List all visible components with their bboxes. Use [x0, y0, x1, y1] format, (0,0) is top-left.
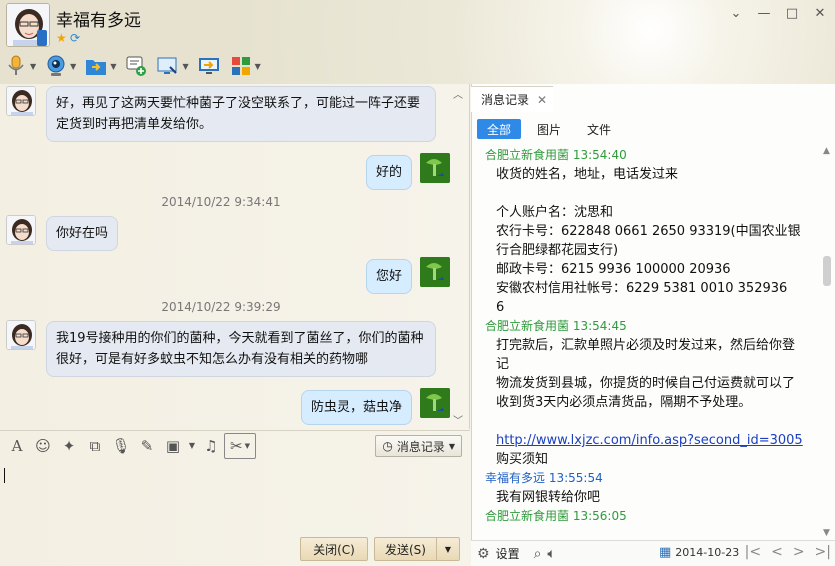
microphone-icon	[4, 54, 28, 78]
folder-icon	[84, 54, 108, 78]
chevron-down-icon: ▼	[448, 441, 455, 451]
chevron-down-icon[interactable]: ▼	[70, 62, 76, 71]
history-footer: ⚙ 设置 ⌕ 🔈︎ ▦ 2014-10-23 |< < > >|	[471, 540, 835, 566]
settings-label[interactable]: 设置	[496, 545, 520, 562]
chevron-down-icon[interactable]: ▼	[30, 62, 36, 71]
avatar[interactable]	[6, 320, 36, 350]
history-pager: |< < > >|	[745, 544, 831, 560]
history-scrollbar-thumb[interactable]	[823, 256, 831, 286]
magic-wand-icon[interactable]: ✦	[56, 433, 82, 459]
calendar-icon: ▦	[659, 545, 672, 560]
history-filter-tabs: 全部 图片 文件	[477, 119, 621, 139]
music-icon[interactable]: ♫	[198, 433, 224, 459]
history-sender: 合肥立新食用菌 13:54:40	[485, 148, 627, 162]
star-icon[interactable]: ★	[56, 31, 67, 45]
date-picker[interactable]: ▦ 2014-10-23	[659, 545, 739, 560]
edit-icon[interactable]: ✎	[134, 433, 160, 459]
history-link[interactable]: http://www.lxjzc.com/info.asp?second_id=…	[496, 433, 803, 448]
minimize-icon[interactable]: —	[757, 6, 771, 21]
chat-bubble: 你好在吗	[46, 216, 119, 251]
chat-bubble: 防虫灵，菇虫净	[301, 390, 413, 425]
my-avatar[interactable]	[420, 153, 450, 183]
apps-grid-icon	[229, 54, 253, 78]
chat-bubble: 好的	[366, 155, 413, 190]
chat-bubble: 您好	[366, 259, 413, 294]
my-avatar[interactable]	[420, 257, 450, 287]
chevron-down-icon[interactable]: ▼	[186, 433, 198, 459]
text-caret	[4, 468, 5, 483]
filter-images[interactable]: 图片	[527, 119, 571, 139]
prev-page-icon[interactable]: <	[771, 544, 783, 560]
gear-icon[interactable]: ⚙	[477, 546, 490, 562]
message-list[interactable]: 好，再见了这两天要忙种菌子了没空联系了，可能过一阵子还要 定货到时再把清单发给你…	[0, 84, 470, 429]
last-page-icon[interactable]: >|	[815, 544, 831, 560]
scroll-up-icon[interactable]: ︿	[453, 86, 463, 101]
history-log[interactable]: 合肥立新食用菌 13:54:40 收货的姓名，地址，电话发过来 个人账户名：沈思…	[485, 146, 815, 538]
maximize-icon[interactable]: □	[785, 6, 799, 21]
close-button[interactable]: 关闭(C)	[300, 537, 368, 561]
voice-message-icon[interactable]: 🎙︎	[108, 433, 134, 459]
create-discussion-button[interactable]	[124, 54, 148, 78]
timestamp: 2014/10/22 9:34:41	[161, 195, 281, 209]
font-icon[interactable]: A	[4, 433, 30, 459]
chevron-down-icon[interactable]: ▼	[110, 62, 116, 71]
chat-bubble: 我19号接种用的你们的菌种，今天就看到了菌丝了，你们的菌种 很好，可是有好多蚊虫…	[46, 321, 436, 377]
message-input[interactable]	[0, 460, 470, 535]
contact-avatar[interactable]	[6, 3, 50, 47]
scroll-down-icon[interactable]: ﹀	[453, 412, 463, 427]
shake-window-icon[interactable]: ⧉	[82, 433, 108, 459]
image-icon[interactable]: ▣	[160, 433, 186, 459]
history-sender: 幸福有多远 13:55:54	[485, 471, 603, 485]
search-icon[interactable]: ⌕	[534, 546, 542, 562]
avatar[interactable]	[6, 215, 36, 245]
webcam-icon	[44, 54, 68, 78]
filter-all[interactable]: 全部	[477, 119, 522, 139]
voice-call-button[interactable]: ▼	[4, 54, 36, 78]
remote-assist-button[interactable]: ▼	[156, 54, 189, 78]
tab-message-history[interactable]: 消息记录 ✕	[471, 86, 553, 112]
chat-toolbar: ▼ ▼ ▼ ▼ ▼	[4, 52, 269, 80]
chevron-down-icon[interactable]: ▼	[255, 62, 261, 71]
avatar[interactable]	[6, 86, 36, 116]
close-icon[interactable]: ✕	[537, 93, 547, 107]
history-sender: 合肥立新食用菌 13:54:45	[485, 319, 627, 333]
chat-bubble: 好，再见了这两天要忙种菌子了没空联系了，可能过一阵子还要 定货到时再把清单发给你…	[46, 86, 436, 142]
apps-button[interactable]: ▼	[229, 54, 261, 78]
scroll-up-icon[interactable]: ▲	[823, 146, 830, 156]
message-history-button[interactable]: ◷ 消息记录 ▼	[375, 435, 462, 457]
window-controls: ⌄ — □ ✕	[729, 6, 827, 21]
history-message: 收货的姓名，地址，电话发过来 个人账户名：沈思和 农行卡号：622848 066…	[496, 167, 801, 315]
chevron-down-icon[interactable]: ▼	[182, 62, 188, 71]
emoji-icon[interactable]: ☺	[30, 433, 56, 459]
history-message: 打完款后，汇款单照片必须及时发过来，然后给你登 记 物流发货到县城，你提货的时候…	[496, 338, 803, 467]
send-options-chevron-icon[interactable]: ▼	[436, 537, 460, 561]
status-icon[interactable]: ⟳	[70, 31, 80, 45]
history-sender: 合肥立新食用菌 13:56:05	[485, 509, 627, 523]
send-button[interactable]: 发送(S)	[374, 537, 436, 561]
scroll-down-icon[interactable]: ▼	[823, 528, 830, 538]
video-call-button[interactable]: ▼	[44, 54, 76, 78]
screenshot-scissors-icon[interactable]: ✂ ▼	[224, 432, 256, 459]
history-message: 我有网银转给你吧	[496, 490, 601, 505]
add-chat-icon	[124, 54, 148, 78]
dropdown-icon[interactable]: ⌄	[729, 6, 743, 21]
first-page-icon[interactable]: |<	[745, 544, 761, 560]
remote-desktop-icon	[156, 54, 180, 78]
timestamp: 2014/10/22 9:39:29	[161, 300, 281, 314]
clock-icon: ◷	[382, 439, 393, 453]
filter-files[interactable]: 文件	[577, 119, 621, 139]
screen-share-icon	[197, 54, 221, 78]
close-icon[interactable]: ✕	[813, 6, 827, 21]
contact-name: 幸福有多远	[56, 11, 141, 31]
share-screen-button[interactable]	[197, 54, 221, 78]
input-toolbar: A ☺ ✦ ⧉ 🎙︎ ✎ ▣ ▼ ♫ ✂ ▼ ◷ 消息记录 ▼	[0, 430, 470, 460]
my-avatar[interactable]	[420, 388, 450, 418]
next-page-icon[interactable]: >	[793, 544, 805, 560]
speaker-icon[interactable]: 🔈︎	[547, 546, 555, 562]
send-file-button[interactable]: ▼	[84, 54, 116, 78]
